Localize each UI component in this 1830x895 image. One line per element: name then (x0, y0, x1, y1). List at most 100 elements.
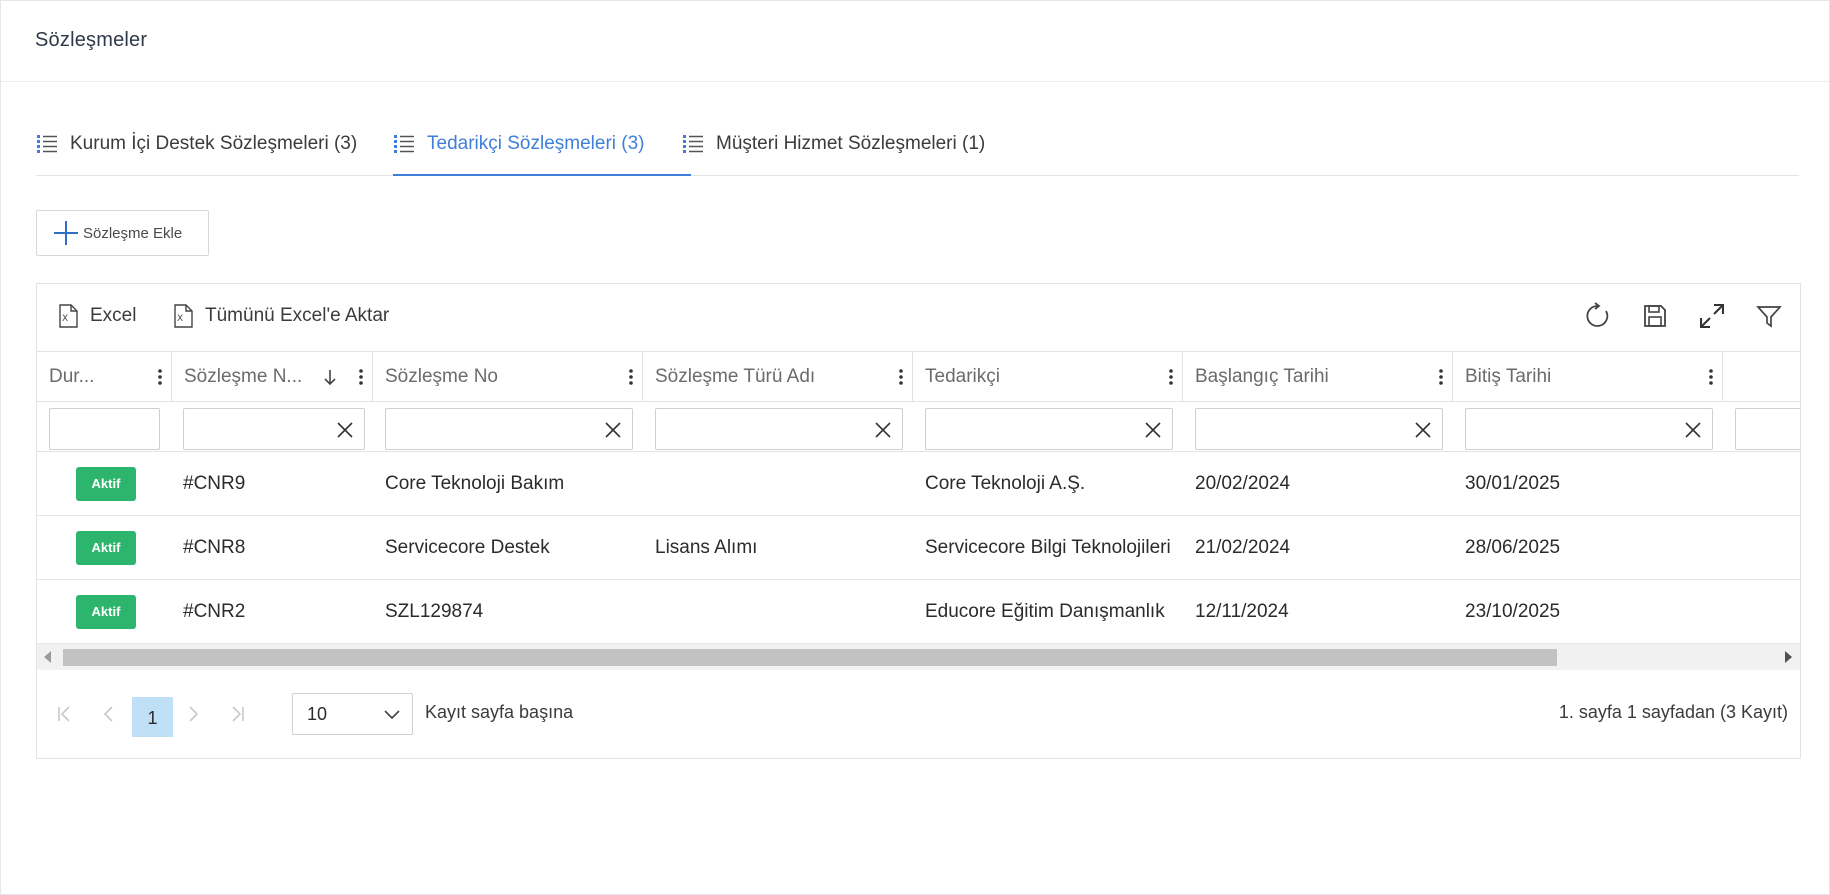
tab-label: Kurum İçi Destek Sözleşmeleri (3) (70, 133, 358, 154)
svg-text:X: X (177, 314, 183, 324)
column-menu-icon[interactable] (1438, 367, 1444, 387)
start-date-filter-input[interactable] (1195, 408, 1443, 450)
start-date-cell: 20/02/2024 (1195, 473, 1291, 494)
supplier-filter-input[interactable] (925, 408, 1173, 450)
tab-customer-service[interactable]: Müşteri Hizmet Sözleşmeleri (1) (682, 117, 985, 176)
column-header-start-date[interactable]: Başlangıç Tarihi (1183, 352, 1453, 402)
column-header-contract-no[interactable]: Sözleşme No (373, 352, 643, 402)
page-size-value: 10 (307, 704, 328, 724)
column-menu-icon[interactable] (628, 367, 634, 387)
column-menu-icon[interactable] (157, 367, 163, 387)
supplier-cell: Core Teknoloji A.Ş. (925, 473, 1086, 494)
clear-icon[interactable] (1684, 421, 1702, 439)
column-header-contract-type[interactable]: Sözleşme Türü Adı (643, 352, 913, 402)
tab-supplier-contracts[interactable]: Tedarikçi Sözleşmeleri (3) (393, 117, 691, 176)
end-date-cell: 23/10/2025 (1465, 601, 1561, 622)
contract-no-filter-input[interactable] (385, 408, 633, 450)
tab-label: Müşteri Hizmet Sözleşmeleri (1) (716, 133, 986, 154)
contract-no-cell: Servicecore Destek (385, 537, 550, 558)
table-row[interactable]: Aktif #CNR9 Core Teknoloji Bakım Core Te… (37, 452, 1800, 516)
clear-icon[interactable] (1414, 421, 1432, 439)
export-all-button[interactable]: X Tümünü Excel'e Aktar (172, 304, 389, 328)
contract-ref-cell: #CNR2 (183, 601, 246, 622)
supplier-cell: Educore Eğitim Danışmanlık (925, 601, 1165, 622)
previous-page-icon[interactable] (95, 700, 123, 728)
clear-icon[interactable] (874, 421, 892, 439)
table-row[interactable]: Aktif #CNR2 SZL129874 Educore Eğitim Dan… (37, 580, 1800, 644)
excel-export-button[interactable]: X Excel (57, 304, 136, 328)
pagination-info: 1. sayfa 1 sayfadan (3 Kayıt) (1558, 702, 1788, 722)
status-badge: Aktif (76, 595, 136, 629)
start-date-cell: 21/02/2024 (1195, 537, 1291, 558)
add-contract-label: Sözleşme Ekle (83, 224, 183, 242)
page-number-button[interactable]: 1 (132, 697, 173, 737)
column-menu-icon[interactable] (1168, 367, 1174, 387)
svg-text:X: X (62, 314, 68, 324)
excel-icon: X (174, 304, 193, 328)
column-header-supplier[interactable]: Tedarikçi (913, 352, 1183, 402)
end-date-cell: 28/06/2025 (1465, 537, 1561, 558)
page-title: Sözleşmeler (35, 29, 148, 51)
end-date-cell: 30/01/2025 (1465, 473, 1561, 494)
end-date-filter-input[interactable] (1465, 408, 1713, 450)
list-icon (37, 135, 57, 153)
grid-header: Dur... Sözleşme N... Sözleşme No Sözleşm… (37, 352, 1800, 402)
table-row[interactable]: Aktif #CNR8 Servicecore Destek Lisans Al… (37, 516, 1800, 580)
horizontal-scrollbar[interactable] (37, 644, 1800, 670)
list-icon (394, 135, 414, 153)
column-menu-icon[interactable] (1708, 367, 1714, 387)
contract-type-cell: Lisans Alımı (655, 537, 758, 558)
page-size-select[interactable]: 10 (292, 693, 413, 735)
export-all-label: Tümünü Excel'e Aktar (205, 305, 390, 326)
contracts-page: Sözleşmeler Kurum İçi Destek Sözleşmeler… (0, 0, 1830, 895)
excel-label: Excel (90, 305, 137, 326)
clear-icon[interactable] (336, 421, 354, 439)
contract-type-cell (655, 452, 905, 516)
scrollbar-thumb[interactable] (63, 649, 1557, 666)
status-badge: Aktif (76, 467, 136, 501)
pagination: 1 10 Kayıt sayfa başına 1. sayfa 1 sayfa… (37, 670, 1800, 758)
contract-type-filter-input[interactable] (655, 408, 903, 450)
contract-no-cell: SZL129874 (385, 601, 484, 622)
next-page-icon[interactable] (179, 700, 207, 728)
last-page-icon[interactable] (223, 700, 251, 728)
extra-filter-input[interactable] (1735, 408, 1800, 450)
column-header-status[interactable]: Dur... (37, 352, 172, 402)
column-menu-icon[interactable] (898, 367, 904, 387)
clear-icon[interactable] (1144, 421, 1162, 439)
excel-icon: X (59, 304, 78, 328)
contract-ref-filter-input[interactable] (183, 408, 365, 450)
status-filter-input[interactable] (49, 408, 160, 450)
status-badge: Aktif (76, 531, 136, 565)
supplier-cell: Servicecore Bilgi Teknolojileri (925, 537, 1171, 558)
sort-descending-icon[interactable] (322, 367, 338, 387)
add-contract-button[interactable]: Sözleşme Ekle (36, 210, 209, 256)
contract-tabs: Kurum İçi Destek Sözleşmeleri (3) Tedari… (36, 117, 1799, 176)
save-icon[interactable] (1640, 301, 1670, 331)
column-header-end-date[interactable]: Bitiş Tarihi (1453, 352, 1723, 402)
grid-toolbar: X Excel X Tümünü Excel'e Aktar (37, 284, 1800, 352)
contract-ref-cell: #CNR8 (183, 537, 246, 558)
start-date-cell: 12/11/2024 (1195, 601, 1289, 622)
contracts-grid: X Excel X Tümünü Excel'e Aktar Dur... Sö… (36, 283, 1801, 759)
column-menu-icon[interactable] (358, 367, 364, 387)
page-header: Sözleşmeler (1, 1, 1829, 82)
scroll-left-icon[interactable] (44, 651, 51, 663)
tab-label: Tedarikçi Sözleşmeleri (3) (427, 133, 645, 154)
chevron-down-icon (384, 710, 400, 720)
filter-row (37, 402, 1800, 452)
plus-icon (54, 221, 78, 245)
scroll-right-icon[interactable] (1785, 651, 1792, 663)
page-size-label: Kayıt sayfa başına (425, 702, 574, 722)
tab-internal-support[interactable]: Kurum İçi Destek Sözleşmeleri (3) (36, 117, 357, 176)
contract-no-cell: Core Teknoloji Bakım (385, 473, 565, 494)
expand-icon[interactable] (1697, 301, 1727, 331)
filter-icon[interactable] (1754, 301, 1784, 331)
refresh-icon[interactable] (1583, 301, 1613, 331)
first-page-icon[interactable] (51, 700, 79, 728)
clear-icon[interactable] (604, 421, 622, 439)
contract-type-cell (655, 580, 905, 644)
contract-ref-cell: #CNR9 (183, 473, 246, 494)
column-header-contract-ref[interactable]: Sözleşme N... (172, 352, 373, 402)
list-icon (683, 135, 703, 153)
